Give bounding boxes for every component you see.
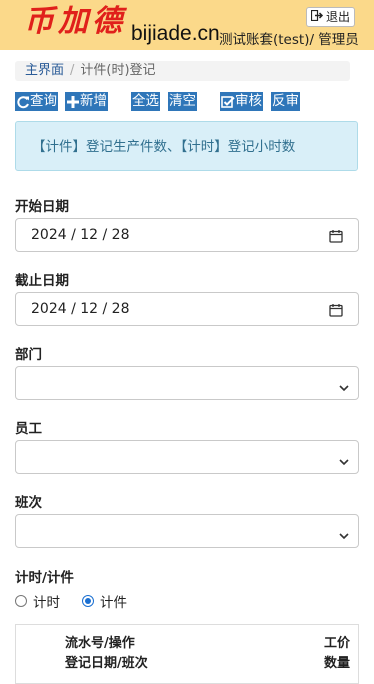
chevron-down-icon (338, 378, 350, 397)
employee-select[interactable] (15, 440, 359, 474)
end-date-value: 2024 / 12 / 28 (31, 301, 130, 317)
timed-radio-label[interactable]: 计时 (33, 591, 60, 611)
breadcrumb-home-link[interactable]: 主界面 (25, 63, 64, 78)
approve-label: 审核 (235, 93, 262, 109)
info-alert: 【计件】登记生产件数、【计时】登记小时数 (15, 121, 358, 171)
unapprove-label: 反审 (272, 93, 299, 109)
breadcrumb-current: 计件(时)登记 (80, 63, 156, 78)
timed-radio[interactable] (15, 595, 27, 607)
check-square-icon (221, 95, 235, 109)
query-button[interactable]: 查询 (15, 92, 58, 111)
add-label: 新增 (80, 93, 107, 109)
table-header-price: 工价 (323, 636, 350, 651)
piece-radio-label[interactable]: 计件 (100, 591, 127, 611)
select-all-label: 全选 (132, 93, 159, 109)
refresh-icon (16, 95, 30, 109)
records-table: 流水号/操作 登记日期/班次 工价 数量 (15, 624, 359, 684)
calendar-icon[interactable] (329, 228, 343, 247)
calendar-icon[interactable] (329, 302, 343, 321)
unapprove-button[interactable]: 反审 (271, 92, 300, 111)
table-header-quantity: 数量 (323, 656, 350, 671)
breadcrumb-separator: / (70, 63, 75, 78)
app-header: 币加德 bijiade.cn 退出 测试账套(test)/ 管理员 (0, 0, 374, 50)
start-date-label: 开始日期 (15, 199, 69, 215)
approve-button[interactable]: 审核 (220, 92, 263, 111)
mode-radio-group: 计时 计件 (15, 591, 127, 611)
shift-select[interactable] (15, 514, 359, 548)
mode-label: 计时/计件 (15, 570, 74, 586)
brand-logo: 币加德 (24, 4, 126, 39)
employee-label: 员工 (15, 421, 42, 437)
chevron-down-icon (338, 526, 350, 545)
logout-label: 退出 (325, 10, 350, 24)
chevron-down-icon (338, 452, 350, 471)
end-date-input[interactable]: 2024 / 12 / 28 (15, 292, 359, 326)
table-header-serial: 流水号/操作 (65, 636, 135, 651)
table-header-date: 登记日期/班次 (65, 656, 148, 671)
select-all-button[interactable]: 全选 (131, 92, 160, 111)
shift-label: 班次 (15, 495, 42, 511)
end-date-label: 截止日期 (15, 273, 69, 289)
department-select[interactable] (15, 366, 359, 400)
breadcrumb: 主界面 / 计件(时)登记 (15, 61, 350, 81)
query-label: 查询 (30, 93, 57, 109)
add-button[interactable]: 新增 (65, 92, 108, 111)
department-label: 部门 (15, 347, 42, 363)
logout-button[interactable]: 退出 (305, 7, 355, 27)
plus-icon (66, 95, 80, 109)
start-date-input[interactable]: 2024 / 12 / 28 (15, 218, 359, 252)
clear-label: 清空 (169, 93, 196, 109)
start-date-value: 2024 / 12 / 28 (31, 227, 130, 243)
account-info: 测试账套(test)/ 管理员 (219, 32, 359, 48)
piece-radio[interactable] (82, 595, 94, 607)
logout-icon (310, 8, 324, 26)
brand-domain: bijiade.cn (131, 22, 220, 45)
clear-button[interactable]: 清空 (168, 92, 197, 111)
